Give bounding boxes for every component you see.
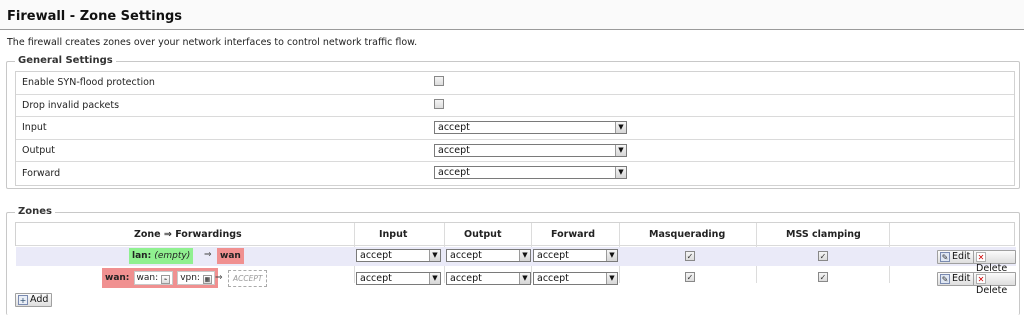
forward-target-accept: ACCEPT <box>228 270 268 287</box>
zone-name: wan: <box>105 273 130 283</box>
tunnel-icon: ▦ <box>202 275 212 284</box>
forward-policy-label: Forward <box>22 168 61 180</box>
zone-row-wan: wan: wan: ⌁ vpn: ▦ ⇒ ACCEPT accept ▼ acce… <box>16 268 1016 296</box>
forward-target-wan: wan <box>217 248 244 264</box>
chevron-down-icon: ▼ <box>615 122 626 134</box>
delete-icon: ✕ <box>976 274 986 284</box>
input-policy-select[interactable]: accept ▼ <box>434 121 627 135</box>
select-value: accept <box>360 273 392 284</box>
select-value: accept <box>450 250 482 261</box>
drop-invalid-checkbox[interactable] <box>434 98 444 109</box>
chevron-down-icon: ▼ <box>606 273 617 284</box>
header-output: Output <box>464 229 502 240</box>
header-forward: Forward <box>551 229 595 240</box>
lan-delete-button[interactable]: ✕Delete <box>973 250 1016 274</box>
wan-delete-button[interactable]: ✕Delete <box>973 272 1016 296</box>
lan-output-select[interactable]: accept ▼ <box>446 249 531 262</box>
drop-invalid-row: Drop invalid packets <box>16 95 1014 118</box>
output-policy-label: Output <box>22 145 55 157</box>
input-policy-label: Input <box>22 122 47 134</box>
chevron-down-icon: ▼ <box>429 250 440 261</box>
add-icon: + <box>18 295 28 305</box>
page-title: Firewall - Zone Settings <box>0 0 1024 30</box>
lan-forward-select[interactable]: accept ▼ <box>533 249 618 262</box>
network-wan[interactable]: wan: ⌁ <box>133 271 174 285</box>
input-policy-value: accept <box>438 122 470 134</box>
chevron-down-icon: ▼ <box>519 273 530 284</box>
input-policy-row: Input accept ▼ <box>16 117 1014 140</box>
lan-mss-clamping-checkbox[interactable]: ✓ <box>818 251 828 261</box>
zone-badge-lan[interactable]: lan: (empty) <box>129 248 194 264</box>
forward-policy-value: accept <box>438 167 470 179</box>
add-label: Add <box>30 294 49 305</box>
edit-icon: ✎ <box>940 252 950 262</box>
lan-input-select[interactable]: accept ▼ <box>356 249 441 262</box>
select-value: accept <box>537 273 569 284</box>
wan-input-select[interactable]: accept ▼ <box>356 272 441 285</box>
edit-icon: ✎ <box>940 274 950 284</box>
zones-legend: Zones <box>15 206 55 217</box>
header-masquerading: Masquerading <box>649 229 726 240</box>
zones-table: Zone ⇒ Forwardings Input Output Forward … <box>15 222 1016 296</box>
zone-row-lan: lan: (empty) ⇒ wan accept ▼ accept ▼ accep… <box>16 247 1016 274</box>
general-settings-legend: General Settings <box>15 55 116 66</box>
syn-flood-row: Enable SYN-flood protection <box>16 72 1014 95</box>
wan-edit-button[interactable]: ✎ Edit <box>937 272 975 286</box>
general-settings-section: General Settings Enable SYN-flood protec… <box>6 55 1020 189</box>
network-vpn[interactable]: vpn: ▦ <box>177 271 215 285</box>
lan-edit-button[interactable]: ✎ Edit <box>937 250 975 264</box>
delete-icon: ✕ <box>976 252 986 262</box>
wan-output-select[interactable]: accept ▼ <box>446 272 531 285</box>
chevron-down-icon: ▼ <box>606 250 617 261</box>
zones-table-header: Zone ⇒ Forwardings Input Output Forward … <box>16 223 1014 246</box>
ethernet-icon: ⌁ <box>161 275 171 284</box>
zones-section: Zones Zone ⇒ Forwardings Input Output Fo… <box>6 206 1020 315</box>
select-value: accept <box>537 250 569 261</box>
chevron-down-icon: ▼ <box>615 167 626 179</box>
add-zone-button[interactable]: + Add <box>15 293 53 307</box>
zone-badge-wan[interactable]: wan: wan: ⌁ vpn: ▦ <box>102 268 218 288</box>
syn-flood-label: Enable SYN-flood protection <box>22 77 155 89</box>
forward-arrow-icon: ⇒ <box>204 250 212 260</box>
output-policy-select[interactable]: accept ▼ <box>434 143 627 157</box>
delete-label: Delete <box>976 285 1008 296</box>
output-policy-row: Output accept ▼ <box>16 140 1014 163</box>
wan-mss-clamping-checkbox[interactable]: ✓ <box>818 272 828 282</box>
chevron-down-icon: ▼ <box>519 250 530 261</box>
zone-networks-empty: (empty) <box>154 251 191 261</box>
network-label: vpn: <box>180 273 200 283</box>
chevron-down-icon: ▼ <box>429 273 440 284</box>
wan-forward-select[interactable]: accept ▼ <box>533 272 618 285</box>
forward-arrow-icon: ⇒ <box>215 273 223 283</box>
edit-label: Edit <box>952 251 971 262</box>
header-input: Input <box>379 229 408 240</box>
wan-masquerading-checkbox[interactable]: ✓ <box>685 272 695 282</box>
drop-invalid-label: Drop invalid packets <box>22 99 120 111</box>
general-settings-table: Enable SYN-flood protection Drop invalid… <box>15 71 1015 186</box>
select-value: accept <box>360 250 392 261</box>
chevron-down-icon: ▼ <box>615 144 626 156</box>
forward-policy-row: Forward accept ▼ <box>16 162 1014 185</box>
header-forwardings: Zone ⇒ Forwardings <box>134 229 242 240</box>
zone-name: lan: <box>132 251 152 261</box>
header-mss-clamping: MSS clamping <box>786 229 861 240</box>
output-policy-value: accept <box>438 144 470 156</box>
select-value: accept <box>450 273 482 284</box>
network-label: wan: <box>136 273 159 283</box>
lan-masquerading-checkbox[interactable]: ✓ <box>685 251 695 261</box>
edit-label: Edit <box>952 273 971 284</box>
forward-policy-select[interactable]: accept ▼ <box>434 166 627 180</box>
syn-flood-checkbox[interactable] <box>434 76 444 86</box>
page-description: The firewall creates zones over your net… <box>7 37 418 48</box>
